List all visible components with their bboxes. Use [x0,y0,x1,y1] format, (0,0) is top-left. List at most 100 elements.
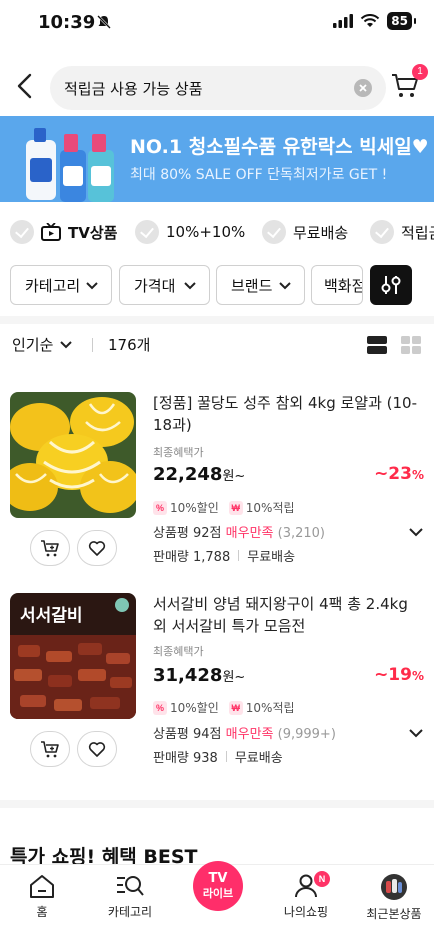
sales-count: 판매량 938 [153,751,218,766]
grid-view-icon[interactable] [400,334,422,356]
product-name[interactable]: [정품] 꿀당도 성주 참외 4kg 로얄과 (10-18과) [153,392,423,436]
chip-tv-products[interactable]: TV상품 [10,220,117,244]
promo-banner[interactable]: NO.1 청소필수품 유한락스 빅세일♥ 최대 80% SALE OFF 단독최… [0,116,434,202]
rating-count: (3,210) [277,526,326,541]
chevron-down-icon[interactable] [408,725,424,741]
nav-my-shopping[interactable]: 나의쇼핑 N [266,871,346,920]
back-arrow-icon[interactable] [14,72,36,100]
chevron-down-icon [60,340,73,348]
cart-plus-icon [41,741,59,758]
percent-icon: % [153,700,167,715]
chevron-down-icon [86,282,98,290]
separator [238,550,240,561]
filter-label: 브랜드 [231,276,273,295]
cart-badge: 1 [412,64,428,80]
cart-button[interactable]: 1 [390,64,428,100]
chevron-down-icon [279,282,291,290]
product-item[interactable]: [정품] 꿀당도 성주 참외 4kg 로얄과 (10-18과) 최종혜택가 22… [0,392,434,572]
filter-settings-button[interactable] [370,265,412,305]
chip-free-shipping[interactable]: 무료배송 [262,220,348,244]
search-input[interactable] [64,66,344,110]
product-price: 22,248원~ [153,464,245,485]
price-label: 최종혜택가 [153,645,204,658]
sliders-icon [381,276,401,294]
check-icon [370,220,394,244]
price-currency: 원~ [222,670,246,685]
benefit-tags: % 10%할인 ₩10%적립 [153,499,295,516]
nav-category[interactable]: 카테고리 [90,873,170,920]
filter-category-dropdown[interactable]: 카테고리 [10,265,112,305]
product-price: 31,428원~ [153,665,245,686]
separator [225,751,227,762]
tag-label: 10%적립 [245,501,295,515]
chevron-down-icon[interactable] [408,524,424,540]
section-divider [0,316,434,324]
filter-brand-dropdown[interactable]: 브랜드 [216,265,305,305]
add-to-cart-button[interactable] [30,731,70,767]
status-bar: 10:39 85 [0,0,434,46]
discount-rate: ~19% [374,665,424,685]
percent-icon: % [153,500,167,515]
product-rating: 상품평 94점 매우만족 (9,999+) [153,723,336,742]
filter-price-dropdown[interactable]: 가격대 [119,265,210,305]
nav-tv-live[interactable]: TV 라이브 [193,861,243,911]
price-currency: 원~ [222,469,246,484]
wishlist-button[interactable] [77,530,117,566]
product-item[interactable]: 서서갈비 서서갈비 양념 돼지왕구이 4팩 총 2.4kg 외 서서갈비 특가 … [0,593,434,773]
rating-score: 상품평 94점 [153,727,222,742]
nav-label: 나의쇼핑 [283,905,329,919]
tag-label: 10%적립 [245,701,295,715]
product-image-melons[interactable] [10,392,136,518]
result-count: 176개 [108,336,151,354]
add-to-cart-button[interactable] [30,530,70,566]
product-rating: 상품평 92점 매우만족 (3,210) [153,522,325,541]
shipping-info: 무료배송 [247,550,296,565]
new-badge: N [314,871,330,887]
recent-product-thumbnail-icon [381,874,407,900]
price-value: 22,248 [153,464,223,485]
search-bar[interactable] [50,66,386,110]
discount-unit: % [411,669,424,683]
filter-label: 카테고리 [25,276,81,295]
nav-recent-products[interactable]: 최근본상품 [354,873,434,922]
rating-grade: 매우만족 [225,526,274,541]
separator [92,338,93,352]
discount-value: ~23 [374,464,412,484]
nav-label: 최근본상품 [366,907,422,921]
chip-label: TV상품 [68,223,118,242]
chip-10-plus-10[interactable]: 10%+10% [135,220,245,244]
banner-subtitle: 최대 80% SALE OFF 단독최저가로 GET ! [130,167,388,183]
points-tag: ₩10%적립 [228,499,295,516]
chip-label: 무료배송 [293,223,349,242]
bell-muted-icon [97,15,111,29]
won-icon: ₩ [228,700,243,715]
tag-label: 10%할인 [170,701,219,715]
won-icon: ₩ [228,500,243,515]
filter-label: 백화점 [324,276,363,295]
category-search-icon [117,876,144,896]
chip-label: 적립금 [401,223,434,242]
nav-home[interactable]: 홈 [2,873,82,920]
melon-image [10,392,136,518]
chip-points[interactable]: 적립금 [370,220,434,244]
sort-label: 인기순 [12,336,54,354]
battery-indicator: 85 [387,12,416,30]
product-image-galbi[interactable]: 서서갈비 [10,593,136,719]
filter-department-dropdown[interactable]: 백화점 [311,265,363,305]
discount-tag: % 10%할인 [153,499,219,516]
check-icon [135,220,159,244]
signal-icon [333,14,354,28]
product-name[interactable]: 서서갈비 양념 돼지왕구이 4팩 총 2.4kg 외 서서갈비 특가 모음전 [153,593,423,637]
cart-plus-icon [41,540,59,557]
list-view-icon[interactable] [366,334,388,356]
search-header: 1 [0,62,434,110]
bottom-navigation: 홈 카테고리 TV 라이브 나의쇼핑 N 최근본상품 [0,861,434,930]
sort-dropdown[interactable]: 인기순 [12,334,73,355]
sales-info: 판매량 938 무료배송 [153,747,283,766]
clear-search-icon[interactable] [354,79,372,97]
wishlist-button[interactable] [77,731,117,767]
rating-grade: 매우만족 [225,727,274,742]
discount-unit: % [411,468,424,482]
tv-label: TV [208,871,228,886]
chip-label: 10%+10% [166,223,246,241]
